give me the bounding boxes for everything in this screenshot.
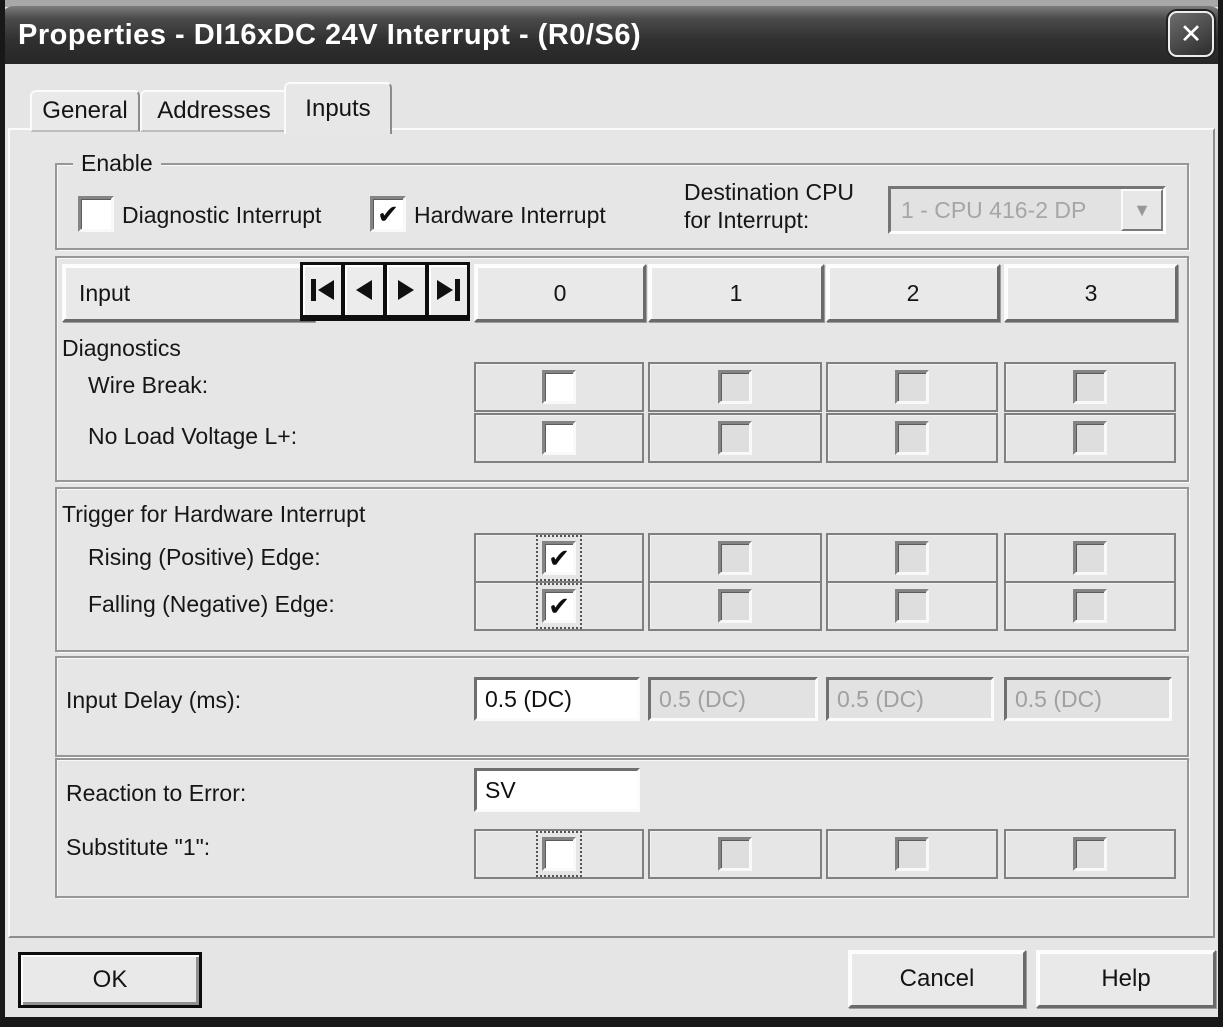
input-row-header-label: Input <box>79 279 131 306</box>
column-header-0[interactable]: 0 <box>474 264 646 322</box>
substitute-label: Substitute "1": <box>66 834 211 860</box>
diagnostic-interrupt-label: Diagnostic Interrupt <box>122 202 322 228</box>
falling-edge-cell-2 <box>826 581 998 631</box>
nav-last-button[interactable] <box>426 262 470 318</box>
destination-cpu-label: Destination CPU for Interrupt: <box>684 178 854 234</box>
column-header-3-label: 3 <box>1084 279 1098 306</box>
column-header-2[interactable]: 2 <box>826 264 1000 322</box>
check-icon: ✔ <box>548 591 570 621</box>
wire-break-checkbox-2 <box>895 370 929 404</box>
tab-inputs[interactable]: Inputs <box>284 82 392 134</box>
cancel-button-label: Cancel <box>899 965 975 992</box>
help-button-label: Help <box>1101 965 1151 992</box>
column-header-0-label: 0 <box>553 279 567 306</box>
reaction-to-error-field[interactable] <box>474 768 640 812</box>
no-load-voltage-cell-3 <box>1004 413 1176 463</box>
diagnostics-section-label: Diagnostics <box>62 335 181 361</box>
substitute-checkbox-3 <box>1073 837 1107 871</box>
rising-edge-checkbox-1 <box>718 541 752 575</box>
no-load-voltage-label: No Load Voltage L+: <box>88 423 298 449</box>
no-load-voltage-cell-0[interactable] <box>474 413 644 463</box>
nav-next-button[interactable] <box>384 262 428 318</box>
no-load-voltage-checkbox-3 <box>1073 421 1107 455</box>
wire-break-label: Wire Break: <box>88 372 209 398</box>
check-icon: ✔ <box>548 543 570 573</box>
properties-dialog: { "window": { "title": "Properties - DI1… <box>0 0 1223 1027</box>
column-header-1[interactable]: 1 <box>648 264 824 322</box>
substitute-checkbox-2 <box>895 837 929 871</box>
substitute-cell-0[interactable] <box>474 829 644 879</box>
wire-break-cell-3 <box>1004 362 1176 412</box>
hardware-interrupt-checkbox[interactable]: ✔ <box>370 196 406 232</box>
destination-cpu-value: 1 - CPU 416-2 DP <box>901 196 1087 223</box>
enable-group-legend: Enable <box>73 150 161 177</box>
wire-break-cell-1 <box>648 362 822 412</box>
wire-break-cell-2 <box>826 362 998 412</box>
no-load-voltage-cell-1 <box>648 413 822 463</box>
wire-break-checkbox-0[interactable] <box>542 370 576 404</box>
destination-cpu-label-line1: Destination CPU <box>684 179 855 205</box>
falling-edge-checkbox-3 <box>1073 589 1107 623</box>
arrow-right-icon <box>398 280 414 300</box>
substitute-cell-3 <box>1004 829 1176 879</box>
input-delay-label: Input Delay (ms): <box>66 687 242 713</box>
input-row-header-button[interactable]: Input <box>62 264 315 322</box>
tab-inputs-label: Inputs <box>305 95 371 122</box>
nav-first-button[interactable] <box>300 262 344 318</box>
wire-break-checkbox-3 <box>1073 370 1107 404</box>
no-load-voltage-checkbox-0[interactable] <box>542 421 576 455</box>
trigger-section-label: Trigger for Hardware Interrupt <box>62 501 366 527</box>
ok-button-label: OK <box>92 966 128 993</box>
column-header-1-label: 1 <box>729 279 743 306</box>
no-load-voltage-checkbox-2 <box>895 421 929 455</box>
rising-edge-cell-3 <box>1004 533 1176 583</box>
no-load-voltage-checkbox-1 <box>718 421 752 455</box>
rising-edge-checkbox-0[interactable]: ✔ <box>536 535 582 581</box>
destination-cpu-label-line2: for Interrupt: <box>684 207 810 233</box>
substitute-checkbox-1 <box>718 837 752 871</box>
destination-cpu-select: 1 - CPU 416-2 DP ▼ <box>888 186 1166 234</box>
ok-button[interactable]: OK <box>18 952 202 1008</box>
no-load-voltage-cell-2 <box>826 413 998 463</box>
reaction-to-error-label: Reaction to Error: <box>66 780 247 806</box>
input-delay-field-0[interactable] <box>474 677 640 721</box>
substitute-cell-1 <box>648 829 822 879</box>
check-icon: ✔ <box>377 199 399 229</box>
rising-edge-label: Rising (Positive) Edge: <box>88 544 321 570</box>
first-bar-icon <box>310 279 316 301</box>
input-delay-field-3 <box>1004 677 1172 721</box>
dropdown-button: ▼ <box>1121 189 1163 231</box>
substitute-checkbox-0[interactable] <box>536 831 582 877</box>
rising-edge-cell-0[interactable]: ✔ <box>474 533 644 583</box>
input-delay-field-2 <box>826 677 994 721</box>
column-header-3[interactable]: 3 <box>1004 264 1178 322</box>
falling-edge-checkbox-1 <box>718 589 752 623</box>
rising-edge-checkbox-3 <box>1073 541 1107 575</box>
chevron-down-icon: ▼ <box>1133 199 1151 220</box>
rising-edge-checkbox-2 <box>895 541 929 575</box>
rising-edge-cell-2 <box>826 533 998 583</box>
falling-edge-label: Falling (Negative) Edge: <box>88 591 335 617</box>
arrow-left-icon <box>356 280 372 300</box>
arrow-right-icon <box>436 280 453 300</box>
input-delay-field-1 <box>648 677 818 721</box>
arrow-left-icon <box>317 280 334 300</box>
wire-break-cell-0[interactable] <box>474 362 644 412</box>
cancel-button[interactable]: Cancel <box>848 950 1026 1008</box>
column-header-2-label: 2 <box>906 279 920 306</box>
falling-edge-cell-0[interactable]: ✔ <box>474 581 644 631</box>
falling-edge-cell-3 <box>1004 581 1176 631</box>
falling-edge-checkbox-0[interactable]: ✔ <box>536 583 582 629</box>
substitute-cell-2 <box>826 829 998 879</box>
last-bar-icon <box>454 279 460 301</box>
rising-edge-cell-1 <box>648 533 822 583</box>
diagnostic-interrupt-checkbox[interactable] <box>78 196 114 232</box>
wire-break-checkbox-1 <box>718 370 752 404</box>
hardware-interrupt-label: Hardware Interrupt <box>414 202 606 228</box>
nav-previous-button[interactable] <box>342 262 386 318</box>
falling-edge-checkbox-2 <box>895 589 929 623</box>
help-button[interactable]: Help <box>1036 950 1216 1008</box>
falling-edge-cell-1 <box>648 581 822 631</box>
